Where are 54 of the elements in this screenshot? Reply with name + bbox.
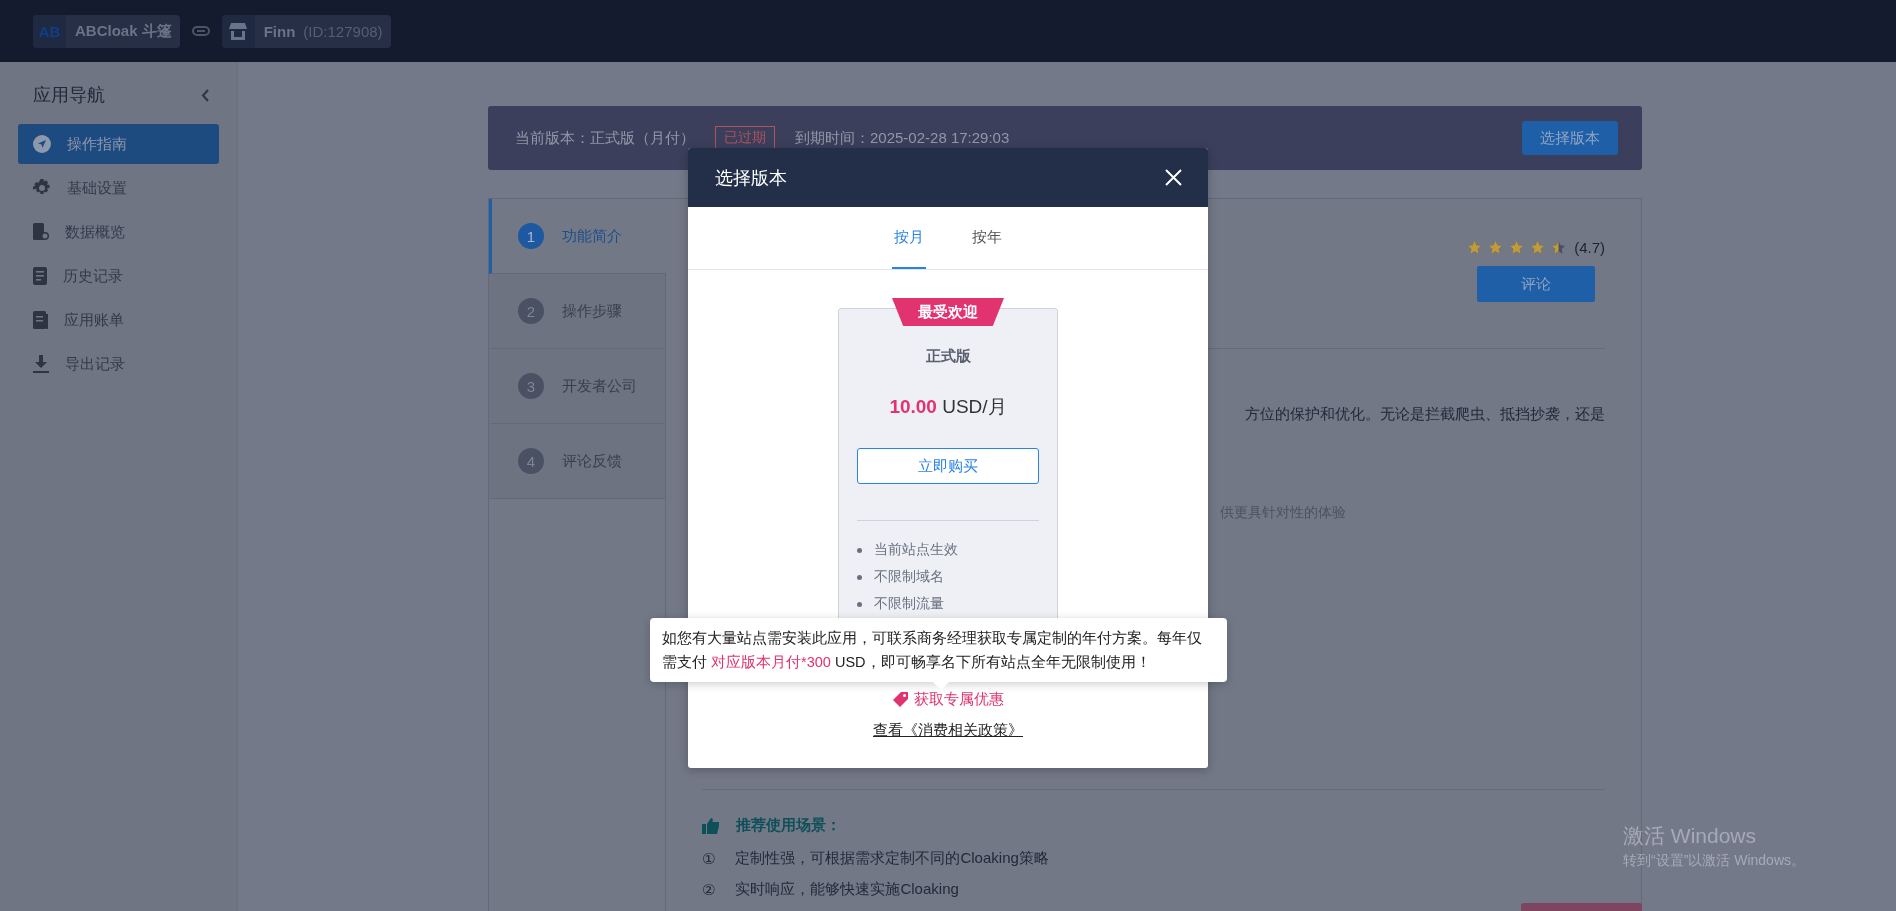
intro-text: 方位的保护和优化。无论是拦截爬虫、抵挡抄袭，还是 bbox=[1245, 405, 1605, 424]
sidebar-item[interactable]: 数据概览 bbox=[18, 212, 219, 252]
star-icon bbox=[1467, 240, 1483, 255]
dialog-title: 选择版本 bbox=[715, 166, 787, 190]
feature-text: 不限制域名 bbox=[874, 568, 944, 586]
review-button[interactable]: 评论 bbox=[1477, 266, 1596, 302]
tooltip-text: 如您有大量站点需安装此应用，可联系商务经理获取专属定制的年付方案。每年仅需支付 对应版本月付*300 USD，即可畅享名下所有站点全年无限制使用！ bbox=[662, 629, 1203, 672]
current-version: 当前版本：正式版（月付） bbox=[515, 128, 695, 148]
gear-icon bbox=[33, 179, 51, 197]
billing-tab[interactable]: 按年 bbox=[970, 207, 1004, 269]
scenario-text: 定制性强，可根据需求定制不同的Cloaking策略 bbox=[735, 849, 1049, 868]
star-icon bbox=[1530, 240, 1546, 255]
document-icon bbox=[33, 267, 47, 285]
sidebar-title: 应用导航 bbox=[33, 84, 105, 107]
scenarios-title: 推荐使用场景： bbox=[736, 816, 841, 835]
star-icon bbox=[1551, 240, 1567, 255]
popular-ribbon: 最受欢迎 bbox=[892, 298, 1004, 326]
billing-tab[interactable]: 按月 bbox=[892, 207, 926, 269]
close-button[interactable] bbox=[1165, 169, 1182, 186]
store-name: Finn bbox=[262, 22, 297, 40]
star-icon bbox=[1509, 240, 1525, 255]
rating-score: (4.7) bbox=[1574, 239, 1605, 256]
policy-link[interactable]: 查看《消费相关政策》 bbox=[873, 721, 1023, 740]
bullet-dot bbox=[857, 574, 862, 580]
thumbs-up-icon bbox=[702, 817, 720, 834]
offer-link[interactable]: 获取专属优惠 bbox=[892, 690, 1004, 709]
plan-price: 10.00 USD/月 bbox=[889, 395, 1007, 419]
app-logo: AB bbox=[38, 22, 61, 40]
sidebar-item[interactable]: 历史记录 bbox=[18, 256, 219, 296]
feature-text: 不限制流量 bbox=[874, 595, 944, 613]
list-marker: ① bbox=[702, 849, 716, 868]
bullet-dot bbox=[857, 601, 862, 607]
sidebar-item[interactable]: 导出记录 bbox=[18, 344, 219, 384]
report-icon bbox=[33, 223, 49, 241]
list-marker: ② bbox=[702, 880, 716, 899]
expiry-date: 到期时间：2025-02-28 17:29:03 bbox=[795, 128, 1010, 148]
collapse-icon[interactable] bbox=[201, 88, 209, 102]
buy-button[interactable]: 立即购买 bbox=[857, 448, 1039, 484]
compass-icon bbox=[33, 135, 51, 153]
star-icon bbox=[1488, 240, 1504, 255]
plan-name: 正式版 bbox=[925, 347, 971, 366]
app-name: ABCloak 斗篷 bbox=[74, 21, 173, 41]
scenario-text: 实时响应，能够快速实施Cloaking bbox=[735, 880, 959, 899]
choose-version-button[interactable]: 选择版本 bbox=[1522, 121, 1618, 155]
link-icon bbox=[191, 26, 210, 36]
download-icon bbox=[33, 355, 49, 373]
tag-icon bbox=[892, 692, 908, 707]
store-icon bbox=[229, 22, 248, 40]
bill-icon bbox=[33, 311, 48, 329]
sidebar-item[interactable]: 应用账单 bbox=[18, 300, 219, 340]
feature-text: 当前站点生效 bbox=[874, 541, 958, 559]
app-chip[interactable]: AB ABCloak 斗篷 bbox=[33, 14, 180, 48]
sidebar-item[interactable]: 操作指南 bbox=[18, 124, 219, 164]
bullet-dot bbox=[857, 547, 862, 553]
